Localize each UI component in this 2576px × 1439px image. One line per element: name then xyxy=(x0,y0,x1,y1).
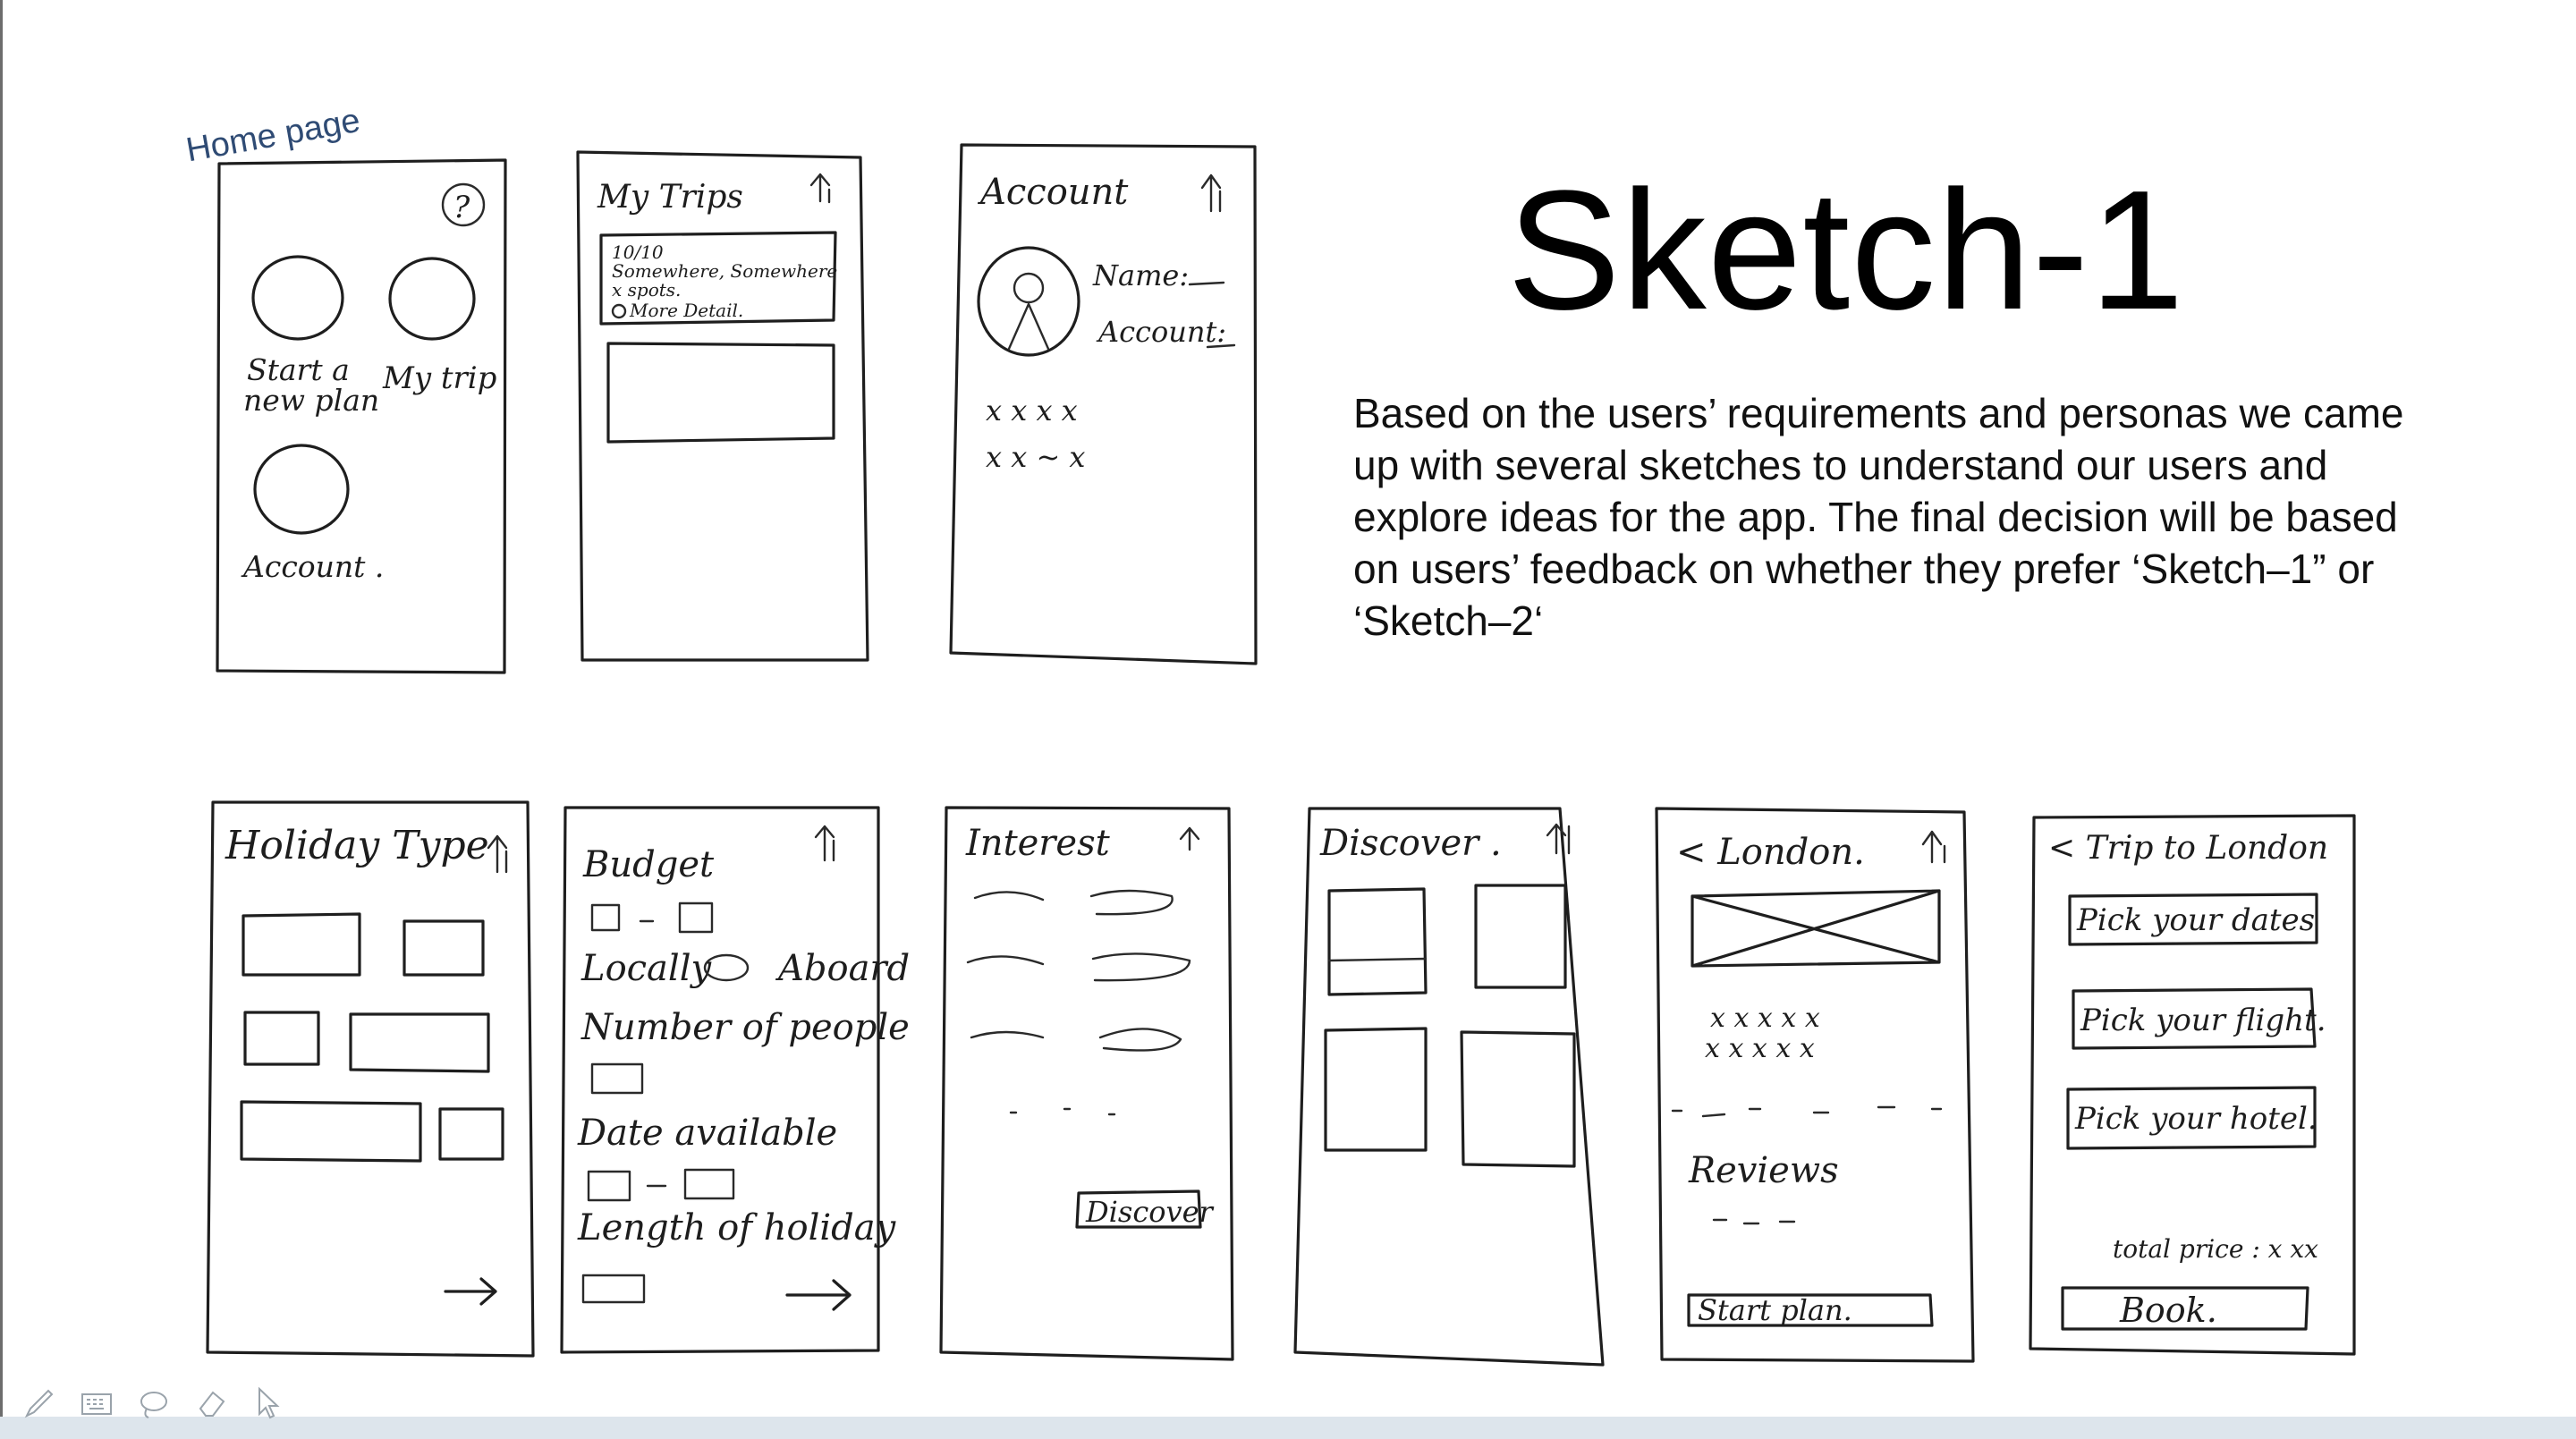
discover-title: Discover . xyxy=(1319,823,1502,864)
share-icon xyxy=(487,834,508,874)
pen-tool-icon[interactable] xyxy=(20,1384,59,1423)
my-trip-label: My trip xyxy=(382,360,496,396)
pointer-tool-icon[interactable] xyxy=(249,1384,288,1423)
share-icon xyxy=(814,825,835,862)
trip-card-spots: x spots. xyxy=(612,279,681,300)
discover-button[interactable]: Discover xyxy=(1085,1195,1215,1229)
share-icon xyxy=(1546,823,1571,855)
budget-title: Budget xyxy=(582,844,715,885)
share-icon xyxy=(1921,830,1946,864)
sketch-london: < London. x x x x x x x x x x Reviews St… xyxy=(1655,807,1975,1363)
rating-row-2: x x x x x xyxy=(1705,1033,1815,1064)
bottom-status-bar xyxy=(0,1417,2576,1439)
book-button[interactable]: Book. xyxy=(2119,1291,2217,1330)
sketch-holiday-type: Holiday Type xyxy=(206,800,535,1358)
trip-title: < Trip to London xyxy=(2048,830,2328,867)
aboard-label: Aboard xyxy=(775,948,910,989)
account-label: Account . xyxy=(241,549,384,584)
wireframe-sketches: ? Start a new plan My trip Account . My … xyxy=(206,143,2356,1367)
slide-description: Based on the users’ requirements and per… xyxy=(1353,390,2404,644)
account-title: Account xyxy=(977,172,1129,213)
next-arrow-icon xyxy=(785,1279,852,1311)
locally-label: Locally xyxy=(580,948,712,989)
total-price-label: total price : x xx xyxy=(2113,1234,2318,1264)
rating-row-1: x x x x x xyxy=(1710,1003,1820,1034)
date-label: Date available xyxy=(577,1113,837,1154)
sketch-trip-to-london: < Trip to London Pick your dates Pick yo… xyxy=(2029,814,2356,1356)
next-arrow-icon xyxy=(444,1277,497,1306)
london-title: < London. xyxy=(1676,832,1865,873)
account-row-2: x x ~ x xyxy=(986,440,1085,474)
start-plan-label-2: new plan xyxy=(243,383,379,418)
my-trips-title: My Trips xyxy=(597,179,743,216)
sketch-budget: Budget Locally Aboard Number of people D… xyxy=(560,806,910,1354)
page-title: Sketch-1 xyxy=(1507,156,2185,345)
eraser-tool-icon[interactable] xyxy=(191,1384,231,1423)
sketch-my-trips: My Trips 10/10 Somewhere, Somewhere x sp… xyxy=(576,150,869,662)
lasso-tool-icon[interactable] xyxy=(134,1384,174,1423)
sketch-account: Account Name: Account: x x x x x x ~ x xyxy=(949,143,1258,665)
interest-title: Interest xyxy=(965,823,1111,864)
pick-flight-button[interactable]: Pick your flight. xyxy=(2080,1003,2326,1038)
share-icon xyxy=(1179,826,1200,851)
sketch-home-page: ? Start a new plan My trip Account . xyxy=(216,158,507,674)
pick-dates-button[interactable]: Pick your dates xyxy=(2076,902,2315,938)
annotation-toolbar xyxy=(20,1384,288,1423)
pick-hotel-button[interactable]: Pick your hotel. xyxy=(2074,1101,2318,1137)
length-label: Length of holiday xyxy=(577,1207,897,1249)
sketch-discover: Discover . xyxy=(1293,807,1605,1367)
keyboard-tool-icon[interactable] xyxy=(77,1384,116,1423)
share-icon xyxy=(809,173,831,204)
account-row-1: x x x x xyxy=(986,394,1078,427)
help-icon: ? xyxy=(453,190,470,225)
start-plan-button[interactable]: Start plan. xyxy=(1698,1293,1852,1327)
account-field-label: Account: xyxy=(1096,315,1226,349)
name-field-label: Name: xyxy=(1092,258,1189,292)
reviews-label: Reviews xyxy=(1688,1150,1839,1191)
people-label: Number of people xyxy=(580,1007,910,1048)
share-icon xyxy=(1200,174,1222,213)
trip-card-detail: More Detail. xyxy=(629,300,743,321)
holiday-type-title: Holiday Type xyxy=(225,823,489,868)
sketch-interest: Interest Discover xyxy=(939,806,1234,1361)
